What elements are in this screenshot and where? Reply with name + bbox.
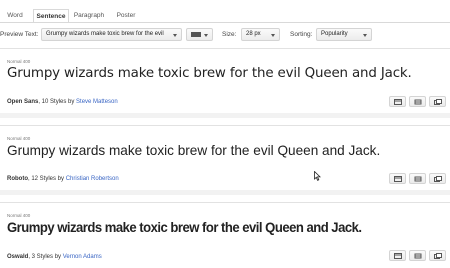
font-actions [386,173,446,191]
quick-use-icon [394,99,402,105]
chevron-down-icon [173,34,177,37]
designer-link[interactable]: Steve Matteson [76,99,118,105]
font-card-roboto: Normal 400 Grumpy wizards make toxic bre… [0,125,450,195]
add-to-collection-icon [434,176,442,182]
size-value: 28 px [246,31,261,37]
add-to-collection-button[interactable] [429,96,446,107]
mouse-cursor-icon [314,171,321,181]
add-to-collection-icon [434,99,442,105]
quick-use-button[interactable] [389,173,406,184]
font-styles-count: , 10 Styles by [38,99,77,105]
card-divider [0,125,450,126]
tab-sentence[interactable]: Sentence [33,9,69,23]
font-footer: Roboto, 12 Styles by Christian Robertson [7,176,119,182]
card-divider [0,202,450,203]
chevron-down-icon [204,34,208,37]
card-divider [0,48,450,49]
font-style-meta: Normal 400 [7,136,31,141]
color-swatch-icon [191,32,201,37]
sorting-value: Popularity [321,31,348,37]
font-sample-text: Grumpy wizards make toxic brew for the e… [7,219,362,235]
card-gap [0,113,450,118]
add-to-collection-button[interactable] [429,250,446,261]
pop-out-button[interactable] [409,250,426,261]
tab-poster[interactable]: Poster [111,9,141,22]
font-family-name: Roboto [7,176,28,182]
tab-word[interactable]: Word [0,9,30,22]
font-footer: Oswald, 3 Styles by Vernon Adams [7,254,102,260]
font-sample-text: Grumpy wizards make toxic brew for the e… [7,66,412,81]
font-card-open-sans: Normal 400 Grumpy wizards make toxic bre… [0,48,450,118]
card-gap [0,190,450,195]
tab-paragraph[interactable]: Paragraph [70,9,108,22]
font-actions [386,250,446,268]
preview-text-value: Grumpy wizards make toxic brew for the e… [46,31,164,37]
pop-out-icon [414,99,422,105]
add-to-collection-icon [434,253,442,259]
font-styles-count: , 3 Styles by [28,254,63,260]
font-style-meta: Normal 400 [7,59,31,64]
preview-toolbar: Preview Text: Grumpy wizards make toxic … [0,28,450,42]
quick-use-icon [394,253,402,259]
chevron-down-icon [363,34,367,37]
pop-out-icon [414,253,422,259]
sorting-label: Sorting: [290,31,313,38]
color-select[interactable] [186,28,213,41]
tabs-divider [0,22,450,23]
chevron-down-icon [271,34,275,37]
font-family-name: Oswald [7,254,29,260]
designer-link[interactable]: Christian Robertson [66,176,119,182]
preview-text-select[interactable]: Grumpy wizards make toxic brew for the e… [41,28,182,41]
font-sample-text: Grumpy wizards make toxic brew for the e… [7,143,381,158]
size-label: Size: [222,31,237,38]
designer-link[interactable]: Vernon Adams [63,254,102,260]
font-actions [386,96,446,114]
font-card-oswald: Normal 400 Grumpy wizards make toxic bre… [0,202,450,262]
quick-use-icon [394,176,402,182]
sorting-select[interactable]: Popularity [316,28,372,41]
font-footer: Open Sans, 10 Styles by Steve Matteson [7,99,118,105]
quick-use-button[interactable] [389,250,406,261]
preview-text-label: Preview Text: [0,31,39,38]
font-styles-count: , 12 Styles by [28,176,66,182]
pop-out-button[interactable] [409,96,426,107]
size-select[interactable]: 28 px [241,28,280,41]
font-family-name: Open Sans [7,99,39,105]
pop-out-icon [414,176,422,182]
font-style-meta: Normal 400 [7,213,31,218]
quick-use-button[interactable] [389,96,406,107]
add-to-collection-button[interactable] [429,173,446,184]
pop-out-button[interactable] [409,173,426,184]
